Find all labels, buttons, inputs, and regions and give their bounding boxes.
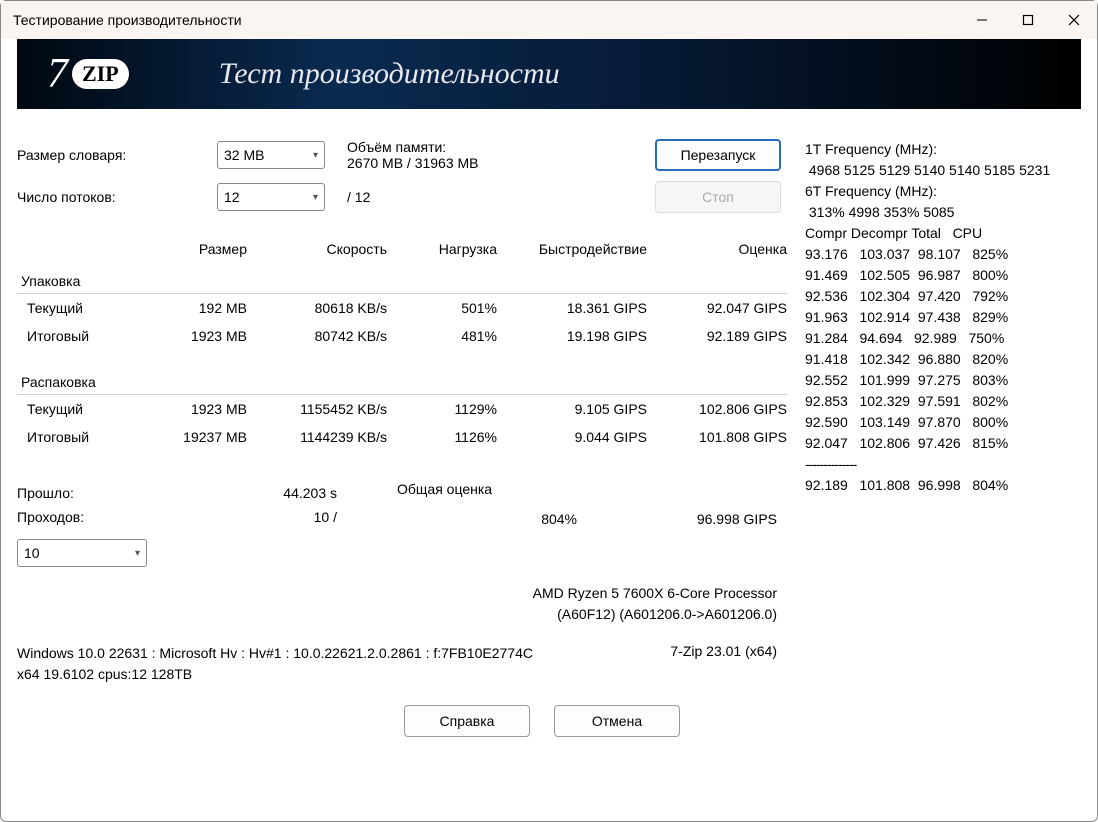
passes-value: 10 / [314, 509, 337, 525]
table-row: Итоговый 1923 MB 80742 KB/s 481% 19.198 … [17, 322, 787, 350]
row-label: Итоговый [17, 429, 147, 445]
log-row: 91.469 102.505 96.987 800% [805, 265, 1081, 286]
cpu-name: AMD Ryzen 5 7600X 6-Core Processor [17, 583, 777, 604]
version-info: 7-Zip 23.01 (x64) [670, 643, 787, 659]
pack-section-label: Упаковка [17, 267, 787, 294]
7zip-logo: 7ZIP [47, 50, 129, 98]
minimize-button[interactable] [959, 1, 1005, 39]
chevron-down-icon: ▾ [313, 150, 318, 161]
passes-combo-value: 10 [24, 545, 40, 561]
titlebar: Тестирование производительности [1, 1, 1097, 39]
table-row: Итоговый 19237 MB 1144239 KB/s 1126% 9.0… [17, 423, 787, 451]
table-header: Размер Скорость Нагрузка Быстродействие … [17, 241, 787, 257]
freq6-values: 313% 4998 353% 5085 [805, 202, 1081, 223]
banner-text: Тест производительности [219, 57, 560, 91]
threads-value: 12 [224, 189, 240, 205]
elapsed-label: Прошло: [17, 485, 74, 501]
header-size: Размер [147, 241, 247, 257]
passes-combo[interactable]: 10 ▾ [17, 539, 147, 567]
dict-size-value: 32 MB [224, 147, 264, 163]
results-log: 1T Frequency (MHz): 4968 5125 5129 5140 … [797, 139, 1081, 737]
overall-rating: 96.998 GIPS [577, 511, 777, 527]
close-button[interactable] [1051, 1, 1097, 39]
stop-button[interactable]: Стоп [655, 181, 781, 213]
row-label: Текущий [17, 401, 147, 417]
table-row: Текущий 192 MB 80618 KB/s 501% 18.361 GI… [17, 294, 787, 322]
threads-label: Число потоков: [17, 189, 217, 205]
unpack-section-label: Распаковка [17, 368, 787, 395]
help-button[interactable]: Справка [404, 705, 530, 737]
elapsed-value: 44.203 s [283, 485, 337, 501]
threads-max: / 12 [347, 189, 370, 205]
chevron-down-icon: ▾ [135, 548, 140, 559]
arch-info: x64 19.6102 cpus:12 128TB [17, 664, 670, 685]
overall-load: 804% [397, 511, 577, 527]
passes-label: Проходов: [17, 509, 84, 525]
log-row: 92.552 101.999 97.275 803% [805, 370, 1081, 391]
log-row: 92.853 102.329 97.591 802% [805, 391, 1081, 412]
header-rating: Оценка [647, 241, 787, 257]
log-row: 91.418 102.342 96.880 820% [805, 349, 1081, 370]
log-row: 92.590 103.149 97.870 800% [805, 412, 1081, 433]
log-divider: -------------- [805, 454, 1081, 475]
window-title: Тестирование производительности [13, 12, 959, 28]
threads-combo[interactable]: 12 ▾ [217, 183, 325, 211]
dict-size-combo[interactable]: 32 MB ▾ [217, 141, 325, 169]
row-label: Текущий [17, 300, 147, 316]
memory-value: 2670 MB / 31963 MB [347, 155, 479, 171]
maximize-button[interactable] [1005, 1, 1051, 39]
chevron-down-icon: ▾ [313, 192, 318, 203]
log-row: 92.536 102.304 97.420 792% [805, 286, 1081, 307]
cancel-button[interactable]: Отмена [554, 705, 680, 737]
memory-label: Объём памяти: [347, 139, 479, 155]
header-load: Нагрузка [387, 241, 497, 257]
header-speed: Скорость [247, 241, 387, 257]
log-row: 93.176 103.037 98.107 825% [805, 244, 1081, 265]
dict-size-label: Размер словаря: [17, 147, 217, 163]
freq6-label: 6T Frequency (MHz): [805, 181, 1081, 202]
banner: 7ZIP Тест производительности [17, 39, 1081, 109]
log-total: 92.189 101.808 96.998 804% [805, 475, 1081, 496]
log-row: 91.284 94.694 92.989 750% [805, 328, 1081, 349]
log-columns: Compr Decompr Total CPU [805, 223, 1081, 244]
log-row: 91.963 102.914 97.438 829% [805, 307, 1081, 328]
window-controls [959, 1, 1097, 39]
cpu-id: (A60F12) (A601206.0->A601206.0) [17, 604, 777, 625]
os-info: Windows 10.0 22631 : Microsoft Hv : Hv#1… [17, 643, 670, 664]
freq1-label: 1T Frequency (MHz): [805, 139, 1081, 160]
restart-button[interactable]: Перезапуск [655, 139, 781, 171]
row-label: Итоговый [17, 328, 147, 344]
header-perf: Быстродействие [497, 241, 647, 257]
freq1-values: 4968 5125 5129 5140 5140 5185 5231 [805, 160, 1081, 181]
table-row: Текущий 1923 MB 1155452 KB/s 1129% 9.105… [17, 395, 787, 423]
log-row: 92.047 102.806 97.426 815% [805, 433, 1081, 454]
overall-label: Общая оценка [397, 481, 787, 501]
